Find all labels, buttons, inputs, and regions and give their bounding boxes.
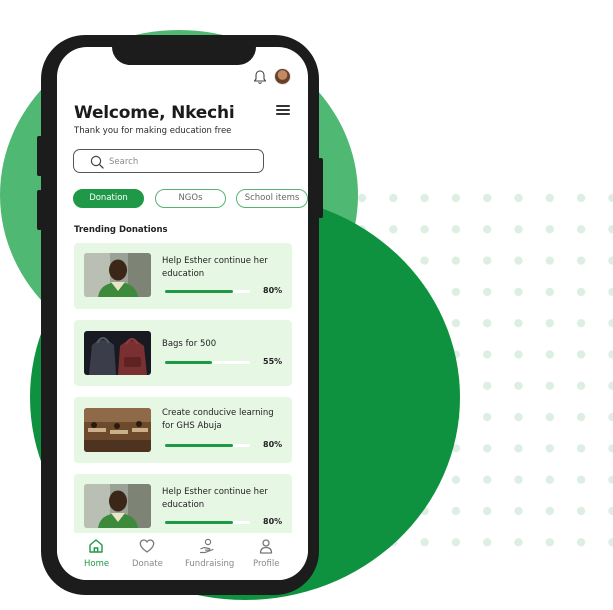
phone-side-button [37,136,42,176]
progress-track [165,444,250,447]
progress-fill [165,444,233,447]
bottom-tab-bar: Home Donate Fundraising Profile [57,533,308,580]
heart-icon [139,539,155,553]
donation-card[interactable]: Help Esther continue her education 80% [74,474,292,540]
donation-card[interactable]: Bags for 500 55% [74,320,292,386]
hand-coin-icon [199,538,214,554]
donation-card[interactable]: Create conducive learning for GHS Abuja … [74,397,292,463]
user-icon [259,539,273,554]
donation-image-bags [84,331,151,375]
donation-title: Create conducive learning for GHS Abuja [162,408,274,431]
donation-title: Bags for 500 [162,339,217,349]
donation-title: Help Esther continue her education [162,256,268,279]
chip-donation[interactable]: Donation [73,189,144,208]
progress-track [165,290,250,293]
donation-title: Help Esther continue her education [162,487,268,510]
donation-image-girl [84,484,151,528]
progress-percent: 80% [263,517,283,526]
tab-label-profile: Profile [253,559,280,569]
page-subtitle: Thank you for making education free [74,126,232,136]
progress-track [165,521,250,524]
progress-fill [165,361,212,364]
chip-school-items[interactable]: School items [236,189,308,208]
tab-label-donate: Donate [132,559,163,569]
donation-image-classroom [84,408,151,452]
phone-notch [112,35,256,65]
user-avatar[interactable] [274,68,291,85]
search-placeholder: Search [109,157,139,167]
progress-fill [165,521,233,524]
tab-label-home: Home [84,559,110,569]
search-icon [90,155,104,169]
menu-icon[interactable] [276,105,290,117]
progress-percent: 55% [263,357,283,366]
progress-percent: 80% [263,286,283,295]
donation-card[interactable]: Help Esther continue her education 80% [74,243,292,309]
chip-ngos[interactable]: NGOs [155,189,226,208]
page-title: Welcome, Nkechi [74,103,235,123]
home-icon [89,539,103,553]
progress-track [165,361,250,364]
donation-image-girl [84,253,151,297]
bell-icon[interactable] [253,69,267,85]
tab-label-fundraising: Fundraising [185,559,235,569]
section-title: Trending Donations [74,225,168,235]
app-screen: Welcome, Nkechi Thank you for making edu… [57,47,308,580]
progress-percent: 80% [263,440,283,449]
search-input[interactable]: Search [73,149,264,173]
phone-side-button [37,190,42,230]
phone-power-button [318,158,323,218]
progress-fill [165,290,233,293]
